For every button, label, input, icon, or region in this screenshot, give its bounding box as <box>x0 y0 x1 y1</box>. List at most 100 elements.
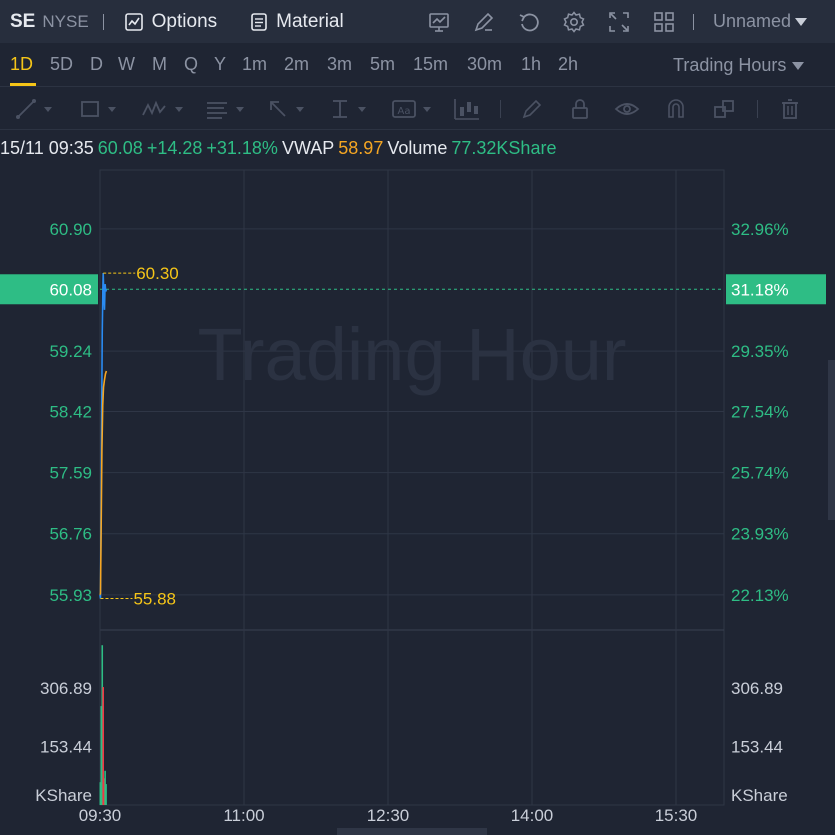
time-tick-label: 15:30 <box>655 806 698 825</box>
period-5m[interactable]: 5m <box>370 54 395 75</box>
period-d[interactable]: D <box>90 54 103 75</box>
lock-icon <box>572 99 588 119</box>
copy-tool[interactable] <box>712 96 736 122</box>
plot-frame <box>99 169 725 806</box>
arrow-tool[interactable] <box>266 96 304 122</box>
rectangle-icon <box>81 101 99 117</box>
trend-line-tool[interactable] <box>14 96 52 122</box>
exchange-label: NYSE <box>42 11 89 31</box>
period-y[interactable]: Y <box>214 54 226 75</box>
caret-down-icon <box>44 106 52 112</box>
period-m[interactable]: M <box>152 54 167 75</box>
caret-down-icon <box>108 106 116 112</box>
options-chart-icon <box>124 12 143 31</box>
caret-down-icon <box>423 106 431 112</box>
layout-name-dropdown[interactable]: Unnamed <box>713 11 808 32</box>
delete-tool[interactable] <box>778 96 802 122</box>
caret-down-icon <box>792 61 805 70</box>
percent-tick-label: 29.35% <box>731 342 789 361</box>
options-button[interactable]: Options <box>124 11 217 33</box>
quote-change: +14.28 <box>146 138 203 158</box>
volume-value: 77.32KShare <box>451 138 557 158</box>
candle-tool[interactable] <box>453 96 481 122</box>
volume-unit-label: KShare <box>35 786 92 805</box>
settings-gear-icon[interactable] <box>559 7 589 37</box>
volume-tick-label: 306.89 <box>40 679 92 698</box>
period-1d[interactable]: 1D <box>10 54 33 75</box>
fullscreen-icon[interactable] <box>604 7 634 37</box>
toolbar-divider <box>693 14 694 30</box>
price-tick-label: 55.93 <box>49 586 92 605</box>
time-tick-label: 11:00 <box>223 806 264 825</box>
period-30m[interactable]: 30m <box>467 54 502 75</box>
layout-name-label: Unnamed <box>713 11 792 31</box>
fib-icon <box>207 102 227 119</box>
percent-tick-label: 27.54% <box>731 402 789 421</box>
ticker-symbol[interactable]: SE <box>10 11 35 33</box>
period-w[interactable]: W <box>118 54 135 75</box>
indicator-chart-icon[interactable] <box>424 7 454 37</box>
chart-area[interactable]: 09:30 11:00 12:30 14:00 15:30 60.90 32.96% 59.2… <box>0 165 835 835</box>
period-2h[interactable]: 2h <box>558 54 578 75</box>
price-tick-label: 56.76 <box>49 525 92 544</box>
volume-bar <box>105 784 107 805</box>
time-tick-label: 14:00 <box>511 806 554 825</box>
period-1m[interactable]: 1m <box>242 54 267 75</box>
pen-icon <box>522 99 542 119</box>
volume-tick-label: 153.44 <box>731 738 783 757</box>
undo-icon[interactable] <box>514 7 544 37</box>
caret-down-icon <box>358 106 366 112</box>
price-chart[interactable]: 09:30 11:00 12:30 14:00 15:30 60.90 32.96% 59.2… <box>0 165 835 835</box>
trading-hours-dropdown[interactable]: Trading Hours <box>673 55 805 76</box>
current-price-label: 60.08 <box>49 280 92 299</box>
period-q[interactable]: Q <box>184 54 198 75</box>
period-1h[interactable]: 1h <box>521 54 541 75</box>
time-scroll-handle <box>337 828 487 835</box>
time-tick-label: 09:30 <box>79 806 122 825</box>
quote-price: 60.08 <box>97 138 143 158</box>
period-2m[interactable]: 2m <box>284 54 309 75</box>
pen-tool[interactable] <box>520 96 544 122</box>
material-button[interactable]: Material <box>250 11 344 33</box>
period-15m[interactable]: 15m <box>413 54 448 75</box>
vwap-value: 58.97 <box>338 138 384 158</box>
volume-tick-label: 306.89 <box>731 679 783 698</box>
period-5d[interactable]: 5D <box>50 54 73 75</box>
quote-change-pct: +31.18% <box>206 138 278 158</box>
vwap-label: VWAP <box>281 138 335 158</box>
caret-down-icon <box>236 106 244 112</box>
quote-datetime: 15/11 09:35 <box>0 138 94 158</box>
magnet-tool[interactable] <box>664 96 688 122</box>
volume-unit-label: KShare <box>731 786 788 805</box>
rectangle-tool[interactable] <box>78 96 116 122</box>
toolbar-icon-group <box>424 0 694 43</box>
volume-tick-label: 153.44 <box>40 738 92 757</box>
price-tick-label: 60.90 <box>49 220 92 239</box>
trading-hours-label: Trading Hours <box>673 55 787 75</box>
trend-line-icon <box>16 99 36 119</box>
price-tick-label: 59.24 <box>49 342 92 361</box>
eye-icon <box>614 103 640 115</box>
pattern-tool[interactable] <box>141 96 183 122</box>
fib-tool[interactable] <box>204 96 244 122</box>
percent-tick-label: 32.96% <box>731 220 789 239</box>
active-period-indicator <box>10 83 36 86</box>
current-percent-label: 31.18% <box>731 280 789 299</box>
measure-icon <box>333 100 347 118</box>
percent-tick-label: 22.13% <box>731 586 789 605</box>
trash-icon <box>782 99 798 119</box>
layout-grid-icon[interactable] <box>649 7 679 37</box>
lock-tool[interactable] <box>568 96 592 122</box>
measure-tool[interactable] <box>328 96 366 122</box>
text-tool[interactable]: Aa <box>391 96 431 122</box>
trading-app: SE NYSE Options Material Unnamed 1D 5D D… <box>0 0 835 835</box>
draw-edit-icon[interactable] <box>469 7 499 37</box>
visibility-tool[interactable] <box>614 96 640 122</box>
toolbar-divider <box>500 100 501 118</box>
period-3m[interactable]: 3m <box>327 54 352 75</box>
candle-icon <box>454 99 479 120</box>
pattern-icon <box>142 100 166 116</box>
toolbar-divider <box>102 13 104 30</box>
options-label: Options <box>151 10 218 32</box>
document-icon <box>251 12 267 31</box>
